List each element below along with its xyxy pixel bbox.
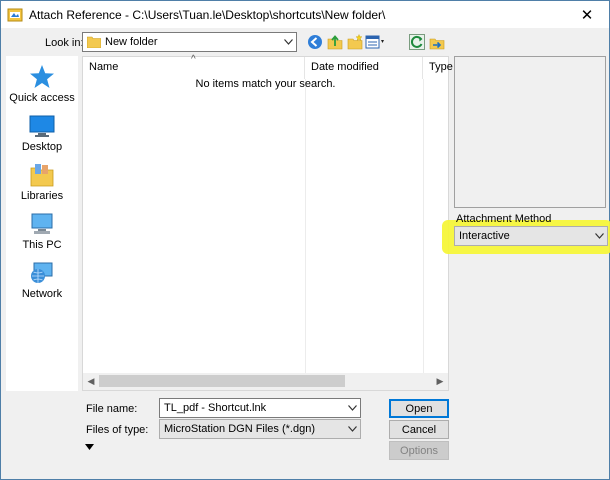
preview-pane — [454, 56, 606, 208]
place-quick-access[interactable]: Quick access — [6, 64, 78, 104]
place-libraries[interactable]: Libraries — [6, 162, 78, 202]
up-folder-icon[interactable] — [327, 34, 343, 50]
chevron-down-icon[interactable] — [344, 399, 360, 417]
back-icon[interactable] — [307, 34, 323, 50]
chevron-down-icon[interactable] — [280, 33, 296, 51]
sort-up-icon: ^ — [191, 54, 196, 65]
chevron-down-icon[interactable] — [591, 227, 607, 245]
title-bar: Attach Reference - C:\Users\Tuan.le\Desk… — [1, 1, 609, 28]
place-desktop[interactable]: Desktop — [6, 113, 78, 153]
network-icon — [31, 262, 53, 283]
refresh-icon[interactable] — [409, 34, 425, 50]
scrollbar-thumb[interactable] — [99, 375, 345, 387]
window-title: Attach Reference - C:\Users\Tuan.le\Desk… — [29, 7, 386, 22]
file-list[interactable]: Name ^ Date modified Type No items match… — [82, 54, 453, 391]
options-button[interactable]: Options — [389, 441, 449, 460]
attachment-method-select[interactable]: Interactive — [454, 226, 608, 246]
column-header-label: Type — [429, 61, 453, 73]
look-in-value: New folder — [105, 36, 158, 48]
desktop-icon — [29, 115, 55, 137]
open-button[interactable]: Open — [389, 399, 449, 418]
new-folder-icon[interactable] — [347, 34, 363, 50]
column-divider — [423, 79, 424, 379]
scroll-left-icon[interactable]: ◀ — [83, 373, 99, 390]
file-name-value: TL_pdf - Shortcut.lnk — [164, 402, 267, 414]
place-label: This PC — [22, 239, 62, 251]
files-of-type-select[interactable]: MicroStation DGN Files (*.dgn) — [159, 419, 361, 439]
column-divider — [305, 79, 306, 379]
column-header-label: Name — [89, 61, 119, 73]
files-of-type-value: MicroStation DGN Files (*.dgn) — [164, 423, 315, 435]
close-button[interactable]: ✕ — [565, 1, 609, 28]
app-icon — [7, 8, 23, 21]
file-name-label: File name: — [86, 403, 138, 415]
place-this-pc[interactable]: This PC — [6, 211, 78, 251]
attachment-method-label: Attachment Method — [456, 213, 552, 225]
chevron-down-icon[interactable] — [344, 420, 360, 438]
folder-icon — [87, 36, 101, 48]
star-icon — [30, 65, 54, 88]
place-label: Quick access — [9, 92, 75, 104]
scroll-right-icon[interactable]: ▶ — [432, 373, 448, 390]
attach-reference-dialog: Attach Reference - C:\Users\Tuan.le\Desk… — [0, 0, 610, 480]
column-header-type[interactable]: Type — [423, 57, 453, 79]
file-name-input[interactable]: TL_pdf - Shortcut.lnk — [159, 398, 361, 418]
place-label: Desktop — [21, 141, 63, 153]
column-header-label: Date modified — [311, 61, 379, 73]
files-of-type-label: Files of type: — [86, 424, 149, 436]
column-header-date-modified[interactable]: Date modified — [305, 57, 423, 79]
place-network[interactable]: Network — [6, 260, 78, 300]
libraries-icon — [30, 164, 54, 187]
cancel-button[interactable]: Cancel — [389, 420, 449, 439]
close-icon: ✕ — [580, 6, 594, 24]
places-bar: Quick access Desktop Libraries This PC N… — [6, 56, 78, 391]
attachment-method-value: Interactive — [459, 230, 510, 242]
expand-down-icon[interactable] — [85, 444, 94, 450]
horizontal-scrollbar[interactable]: ◀ ▶ — [83, 373, 448, 390]
view-menu-icon[interactable] — [365, 34, 387, 50]
place-label: Libraries — [20, 190, 64, 202]
look-in-combo[interactable]: New folder — [82, 32, 297, 52]
place-label: Network — [21, 288, 63, 300]
empty-message: No items match your search. — [195, 78, 336, 90]
folder-arrow-icon[interactable] — [429, 34, 445, 50]
look-in-label: Look in: — [45, 37, 84, 49]
pc-icon — [31, 213, 53, 234]
